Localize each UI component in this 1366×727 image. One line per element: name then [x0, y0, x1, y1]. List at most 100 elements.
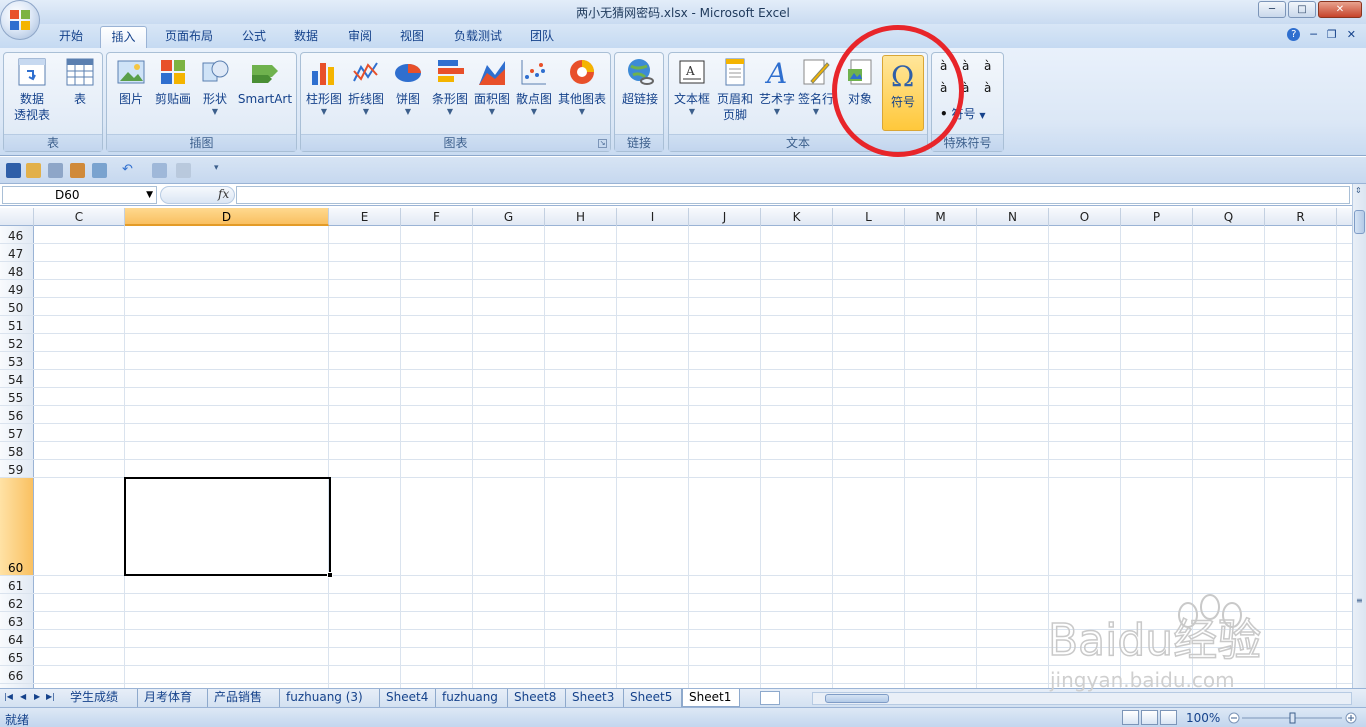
vertical-scrollbar[interactable]: ⇕ ≡ — [1352, 184, 1366, 688]
page-break-view-icon[interactable] — [1160, 710, 1177, 725]
sheet-tab[interactable]: Sheet8 — [508, 689, 566, 707]
sheet-tab[interactable]: 产品销售 — [208, 689, 280, 707]
picture-button[interactable]: 图片 — [111, 57, 151, 107]
scatter-chart-button[interactable]: 散点图 ▼ — [513, 57, 555, 117]
ribbon-minimize-button[interactable]: ─ — [1310, 28, 1317, 41]
column-header-l[interactable]: L — [833, 208, 905, 226]
last-sheet-icon[interactable]: ▶| — [46, 692, 55, 701]
column-header-o[interactable]: O — [1049, 208, 1121, 226]
other-charts-button[interactable]: 其他图表 ▼ — [555, 57, 609, 117]
zoom-slider[interactable] — [1228, 712, 1358, 724]
symbol-char-1[interactable]: à — [940, 59, 962, 73]
format-painter-icon[interactable] — [70, 163, 85, 178]
sheet-tab[interactable]: Sheet3 — [566, 689, 624, 707]
tab-view[interactable]: 视图 — [390, 26, 434, 48]
pivot-table-button[interactable]: 数据 透视表 — [8, 57, 56, 123]
signature-line-button[interactable]: 签名行 ▼ — [797, 57, 835, 117]
page-layout-view-icon[interactable] — [1141, 710, 1158, 725]
sheet-tab[interactable]: Sheet4 — [380, 689, 436, 707]
tab-load-test[interactable]: 负载测试 — [444, 26, 512, 48]
tab-review[interactable]: 审阅 — [338, 26, 382, 48]
column-header-m[interactable]: M — [905, 208, 977, 226]
row-header[interactable]: 48 — [0, 262, 34, 279]
active-cell-d60[interactable] — [124, 477, 333, 578]
sheet-tab[interactable]: 学生成绩 — [64, 689, 138, 707]
tab-team[interactable]: 团队 — [520, 26, 564, 48]
row-header[interactable]: 52 — [0, 334, 34, 351]
row-header[interactable]: 49 — [0, 280, 34, 297]
tab-home[interactable]: 开始 — [48, 26, 94, 48]
next-sheet-icon[interactable]: ▶ — [34, 692, 40, 701]
ribbon-close-button[interactable]: ✕ — [1347, 28, 1356, 41]
clipart-button[interactable]: 剪贴画 — [153, 57, 193, 107]
undo-icon[interactable]: ↶ — [122, 163, 137, 178]
tab-formulas[interactable]: 公式 — [232, 26, 276, 48]
charts-dialog-launcher-icon[interactable]: ↘ — [598, 139, 607, 148]
maximize-button[interactable]: □ — [1288, 1, 1316, 18]
column-header-p[interactable]: P — [1121, 208, 1193, 226]
print-icon[interactable] — [48, 163, 63, 178]
row-header[interactable]: 54 — [0, 370, 34, 387]
column-header-h[interactable]: H — [545, 208, 617, 226]
formula-input[interactable] — [236, 186, 1350, 204]
office-button[interactable] — [0, 0, 40, 40]
sheet-tab[interactable]: fuzhuang — [436, 689, 508, 707]
chart-quick-icon[interactable] — [152, 163, 167, 178]
save-icon[interactable] — [6, 163, 21, 178]
column-header-g[interactable]: G — [473, 208, 545, 226]
row-header[interactable]: 65 — [0, 648, 34, 665]
header-footer-button[interactable]: 页眉和 页脚 — [713, 57, 757, 123]
row-header[interactable]: 47 — [0, 244, 34, 261]
symbol-char-5[interactable]: à — [962, 81, 984, 95]
column-chart-button[interactable]: 柱形图 ▼ — [303, 57, 345, 117]
vertical-scroll-thumb[interactable] — [1354, 210, 1365, 234]
row-header[interactable]: 51 — [0, 316, 34, 333]
row-header[interactable]: 58 — [0, 442, 34, 459]
symbol-button[interactable]: Ω 符号 — [882, 55, 924, 131]
column-header-r[interactable]: R — [1265, 208, 1337, 226]
sheet-tab[interactable]: fuzhuang (3) — [280, 689, 380, 707]
row-header[interactable]: 61 — [0, 576, 34, 593]
open-folder-icon[interactable] — [26, 163, 41, 178]
insert-sheet-icon[interactable] — [760, 691, 780, 705]
row-header[interactable]: 64 — [0, 630, 34, 647]
worksheet-grid[interactable]: 46 47 48 49 50 51 52 53 54 55 56 57 58 59 60 61 62 63 64 65… — [0, 226, 1352, 688]
row-header[interactable]: 50 — [0, 298, 34, 315]
hyperlink-button[interactable]: 超链接 — [617, 57, 663, 107]
row-header[interactable]: 57 — [0, 424, 34, 441]
horizontal-scroll-thumb[interactable] — [825, 694, 889, 703]
row-header[interactable]: 66 — [0, 666, 34, 683]
table-button[interactable]: 表 — [60, 57, 100, 107]
column-header-k[interactable]: K — [761, 208, 833, 226]
close-button[interactable]: ✕ — [1318, 1, 1362, 18]
row-header[interactable]: 53 — [0, 352, 34, 369]
symbol-char-6[interactable]: à — [984, 81, 1000, 95]
column-header-q[interactable]: Q — [1193, 208, 1265, 226]
special-symbol-more-button[interactable]: • 符号 ▼ — [940, 105, 986, 122]
smartart-button[interactable]: SmartArt — [235, 57, 295, 107]
column-header-f[interactable]: F — [401, 208, 473, 226]
name-box-dropdown-icon[interactable]: ▼ — [146, 187, 153, 203]
column-header-d[interactable]: D — [125, 208, 329, 226]
line-chart-button[interactable]: 折线图 ▼ — [345, 57, 387, 117]
fill-handle[interactable] — [327, 572, 333, 578]
row-header[interactable]: 60 — [0, 478, 34, 575]
row-header[interactable]: 55 — [0, 388, 34, 405]
sheet-tab[interactable]: 月考体育 — [138, 689, 208, 707]
customize-qat-icon[interactable]: ▾ — [214, 163, 229, 178]
scroll-split-icon[interactable]: ⇕ — [1355, 186, 1362, 195]
row-header[interactable]: 46 — [0, 226, 34, 243]
object-button[interactable]: 对象 — [839, 57, 881, 107]
wordart-button[interactable]: A 艺术字 ▼ — [757, 57, 797, 117]
column-header-n[interactable]: N — [977, 208, 1049, 226]
tab-page-layout[interactable]: 页面布局 — [155, 26, 223, 48]
edit-quick-icon[interactable] — [176, 163, 191, 178]
row-header[interactable]: 62 — [0, 594, 34, 611]
row-header[interactable]: 56 — [0, 406, 34, 423]
select-all-corner[interactable] — [0, 208, 34, 226]
column-header-j[interactable]: J — [689, 208, 761, 226]
horizontal-scrollbar[interactable] — [812, 692, 1352, 705]
name-box[interactable]: D60 ▼ — [2, 186, 157, 204]
help-icon[interactable]: ? — [1287, 28, 1301, 41]
row-header[interactable]: 59 — [0, 460, 34, 477]
